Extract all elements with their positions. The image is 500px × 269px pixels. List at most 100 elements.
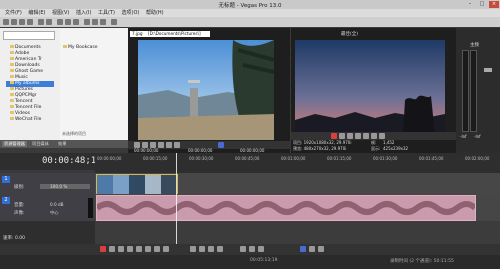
video-track-header[interactable]: 1 级别: 100.0 %: [0, 173, 95, 195]
audio-track-header[interactable]: 2 音量: 0.0 dB 声像: 中心: [0, 194, 95, 222]
envelope-tool-icon[interactable]: [92, 19, 98, 25]
loop-icon[interactable]: [109, 246, 115, 252]
explorer-file-list: My Bookcase 未选择的项目: [60, 28, 128, 140]
file-item[interactable]: My Bookcase: [63, 45, 98, 50]
title-bar: 无标题 - Vegas Pro 13.0 – □ ×: [0, 0, 500, 9]
help-icon[interactable]: [111, 19, 117, 25]
menu-edit[interactable]: 编辑(E): [28, 10, 45, 16]
folder-icon: [10, 117, 14, 120]
meter-right: [470, 50, 477, 132]
window-title: 无标题 - Vegas Pro 13.0: [218, 3, 282, 9]
menu-options[interactable]: 选项(O): [122, 10, 140, 16]
pause-icon[interactable]: [136, 246, 142, 252]
track-meter: [88, 198, 93, 218]
play-icon[interactable]: [347, 133, 353, 139]
status-bar: 00:05:13;19 录制时间 (2 个通道): 50:11:55: [0, 255, 500, 269]
split-icon[interactable]: [240, 246, 246, 252]
video-track[interactable]: [95, 173, 500, 195]
cut-icon[interactable]: [57, 19, 63, 25]
ruler-label: 00:00:15;00: [143, 156, 168, 161]
pause-icon[interactable]: [355, 133, 361, 139]
playhead-cursor[interactable]: [176, 153, 177, 248]
zoom-edit-tool-icon[interactable]: [217, 246, 223, 252]
maximize-button[interactable]: □: [477, 1, 487, 8]
loop-icon[interactable]: [339, 133, 345, 139]
master-fader[interactable]: [484, 68, 492, 72]
open-icon[interactable]: [11, 19, 17, 25]
go-start-icon[interactable]: [154, 246, 160, 252]
play-icon[interactable]: [127, 246, 133, 252]
tree-item[interactable]: WeChat File: [10, 117, 41, 123]
minimize-button[interactable]: –: [465, 1, 475, 8]
ignore-grouping-icon[interactable]: [318, 246, 324, 252]
main-toolbar: [0, 17, 500, 27]
snap-icon[interactable]: [258, 246, 264, 252]
properties-icon[interactable]: [27, 19, 33, 25]
folder-icon: [10, 45, 14, 48]
stop-icon[interactable]: [145, 246, 151, 252]
envelope-edit-tool-icon[interactable]: [199, 246, 205, 252]
trimmer-file-name: 7.jpg: [130, 31, 146, 37]
preview-image: [295, 40, 445, 135]
edit-tool-icon[interactable]: [84, 19, 90, 25]
timeline-ruler[interactable]: 00:00:00;00 00:00:15;00 00:00:30;00 00:0…: [95, 153, 500, 173]
track-number: 1: [2, 176, 10, 183]
folder-icon: [10, 111, 14, 114]
preview-quality-dropdown[interactable]: 最佳(全): [341, 31, 358, 37]
new-icon[interactable]: [3, 19, 9, 25]
display-value: 425x239x32: [383, 146, 409, 151]
tab-effects[interactable]: 效果: [56, 141, 68, 147]
selection-tool-icon[interactable]: [100, 19, 106, 25]
menu-help[interactable]: 帮助(H): [146, 10, 164, 16]
pan-label: 声像:: [14, 211, 25, 216]
next-frame-icon[interactable]: [174, 142, 180, 148]
menu-file[interactable]: 文件(F): [5, 10, 22, 16]
normal-edit-tool-icon[interactable]: [190, 246, 196, 252]
rate-label: 速率: 0.00: [3, 236, 25, 241]
go-start-icon[interactable]: [371, 133, 377, 139]
redo-icon[interactable]: [46, 19, 52, 25]
go-end-icon[interactable]: [163, 246, 169, 252]
menu-bar: 文件(F) 编辑(E) 视图(V) 插入(I) 工具(T) 选项(O) 帮助(H…: [0, 9, 500, 17]
go-end-icon[interactable]: [379, 133, 385, 139]
level-label: 级别:: [14, 185, 25, 190]
explorer-status: 未选择的项目: [62, 131, 86, 136]
close-button[interactable]: ×: [489, 1, 499, 8]
level-value: 100.0 %: [50, 184, 68, 189]
stop-icon[interactable]: [363, 133, 369, 139]
timecode-display: 00:00:48;12: [42, 156, 102, 166]
tab-project-media[interactable]: 项目媒体: [30, 141, 51, 147]
trim-icon[interactable]: [249, 246, 255, 252]
undo-icon[interactable]: [38, 19, 44, 25]
save-icon[interactable]: [19, 19, 25, 25]
timeline-empty-area[interactable]: [95, 221, 500, 244]
pan-value: 中心: [50, 210, 59, 215]
trimmer-image: [138, 40, 274, 140]
video-clip[interactable]: [96, 174, 178, 195]
menu-view[interactable]: 视图(V): [52, 10, 69, 16]
folder-icon: [10, 87, 14, 90]
frame-value: 1,452: [383, 140, 395, 145]
tab-explorer[interactable]: 资源管理器: [2, 141, 27, 147]
record-icon[interactable]: [100, 246, 106, 252]
record-icon[interactable]: [331, 133, 337, 139]
audio-clip[interactable]: [95, 195, 478, 221]
menu-tools[interactable]: 工具(T): [98, 10, 115, 16]
copy-icon[interactable]: [65, 19, 71, 25]
stop-icon[interactable]: [158, 142, 164, 148]
window-docking-tabs: 资源管理器 项目媒体 效果: [0, 140, 128, 148]
prev-frame-icon[interactable]: [166, 142, 172, 148]
auto-ripple-icon[interactable]: [300, 246, 306, 252]
menu-insert[interactable]: 插入(I): [76, 10, 91, 16]
selection-edit-tool-icon[interactable]: [208, 246, 214, 252]
record-time: 录制时间 (2 个通道): 50:11:55: [390, 259, 454, 264]
folder-icon: [10, 99, 14, 102]
paste-icon[interactable]: [73, 19, 79, 25]
trimmer-folder-path: [D:\Documents\Pictures\]: [146, 31, 210, 37]
add-to-timeline-icon[interactable]: [218, 142, 224, 148]
play-from-start-icon[interactable]: [118, 246, 124, 252]
explorer-path-dropdown[interactable]: [3, 31, 55, 40]
audio-track[interactable]: [95, 194, 500, 221]
ruler-label: 00:01:00;00: [281, 156, 306, 161]
lock-envelopes-icon[interactable]: [309, 246, 315, 252]
